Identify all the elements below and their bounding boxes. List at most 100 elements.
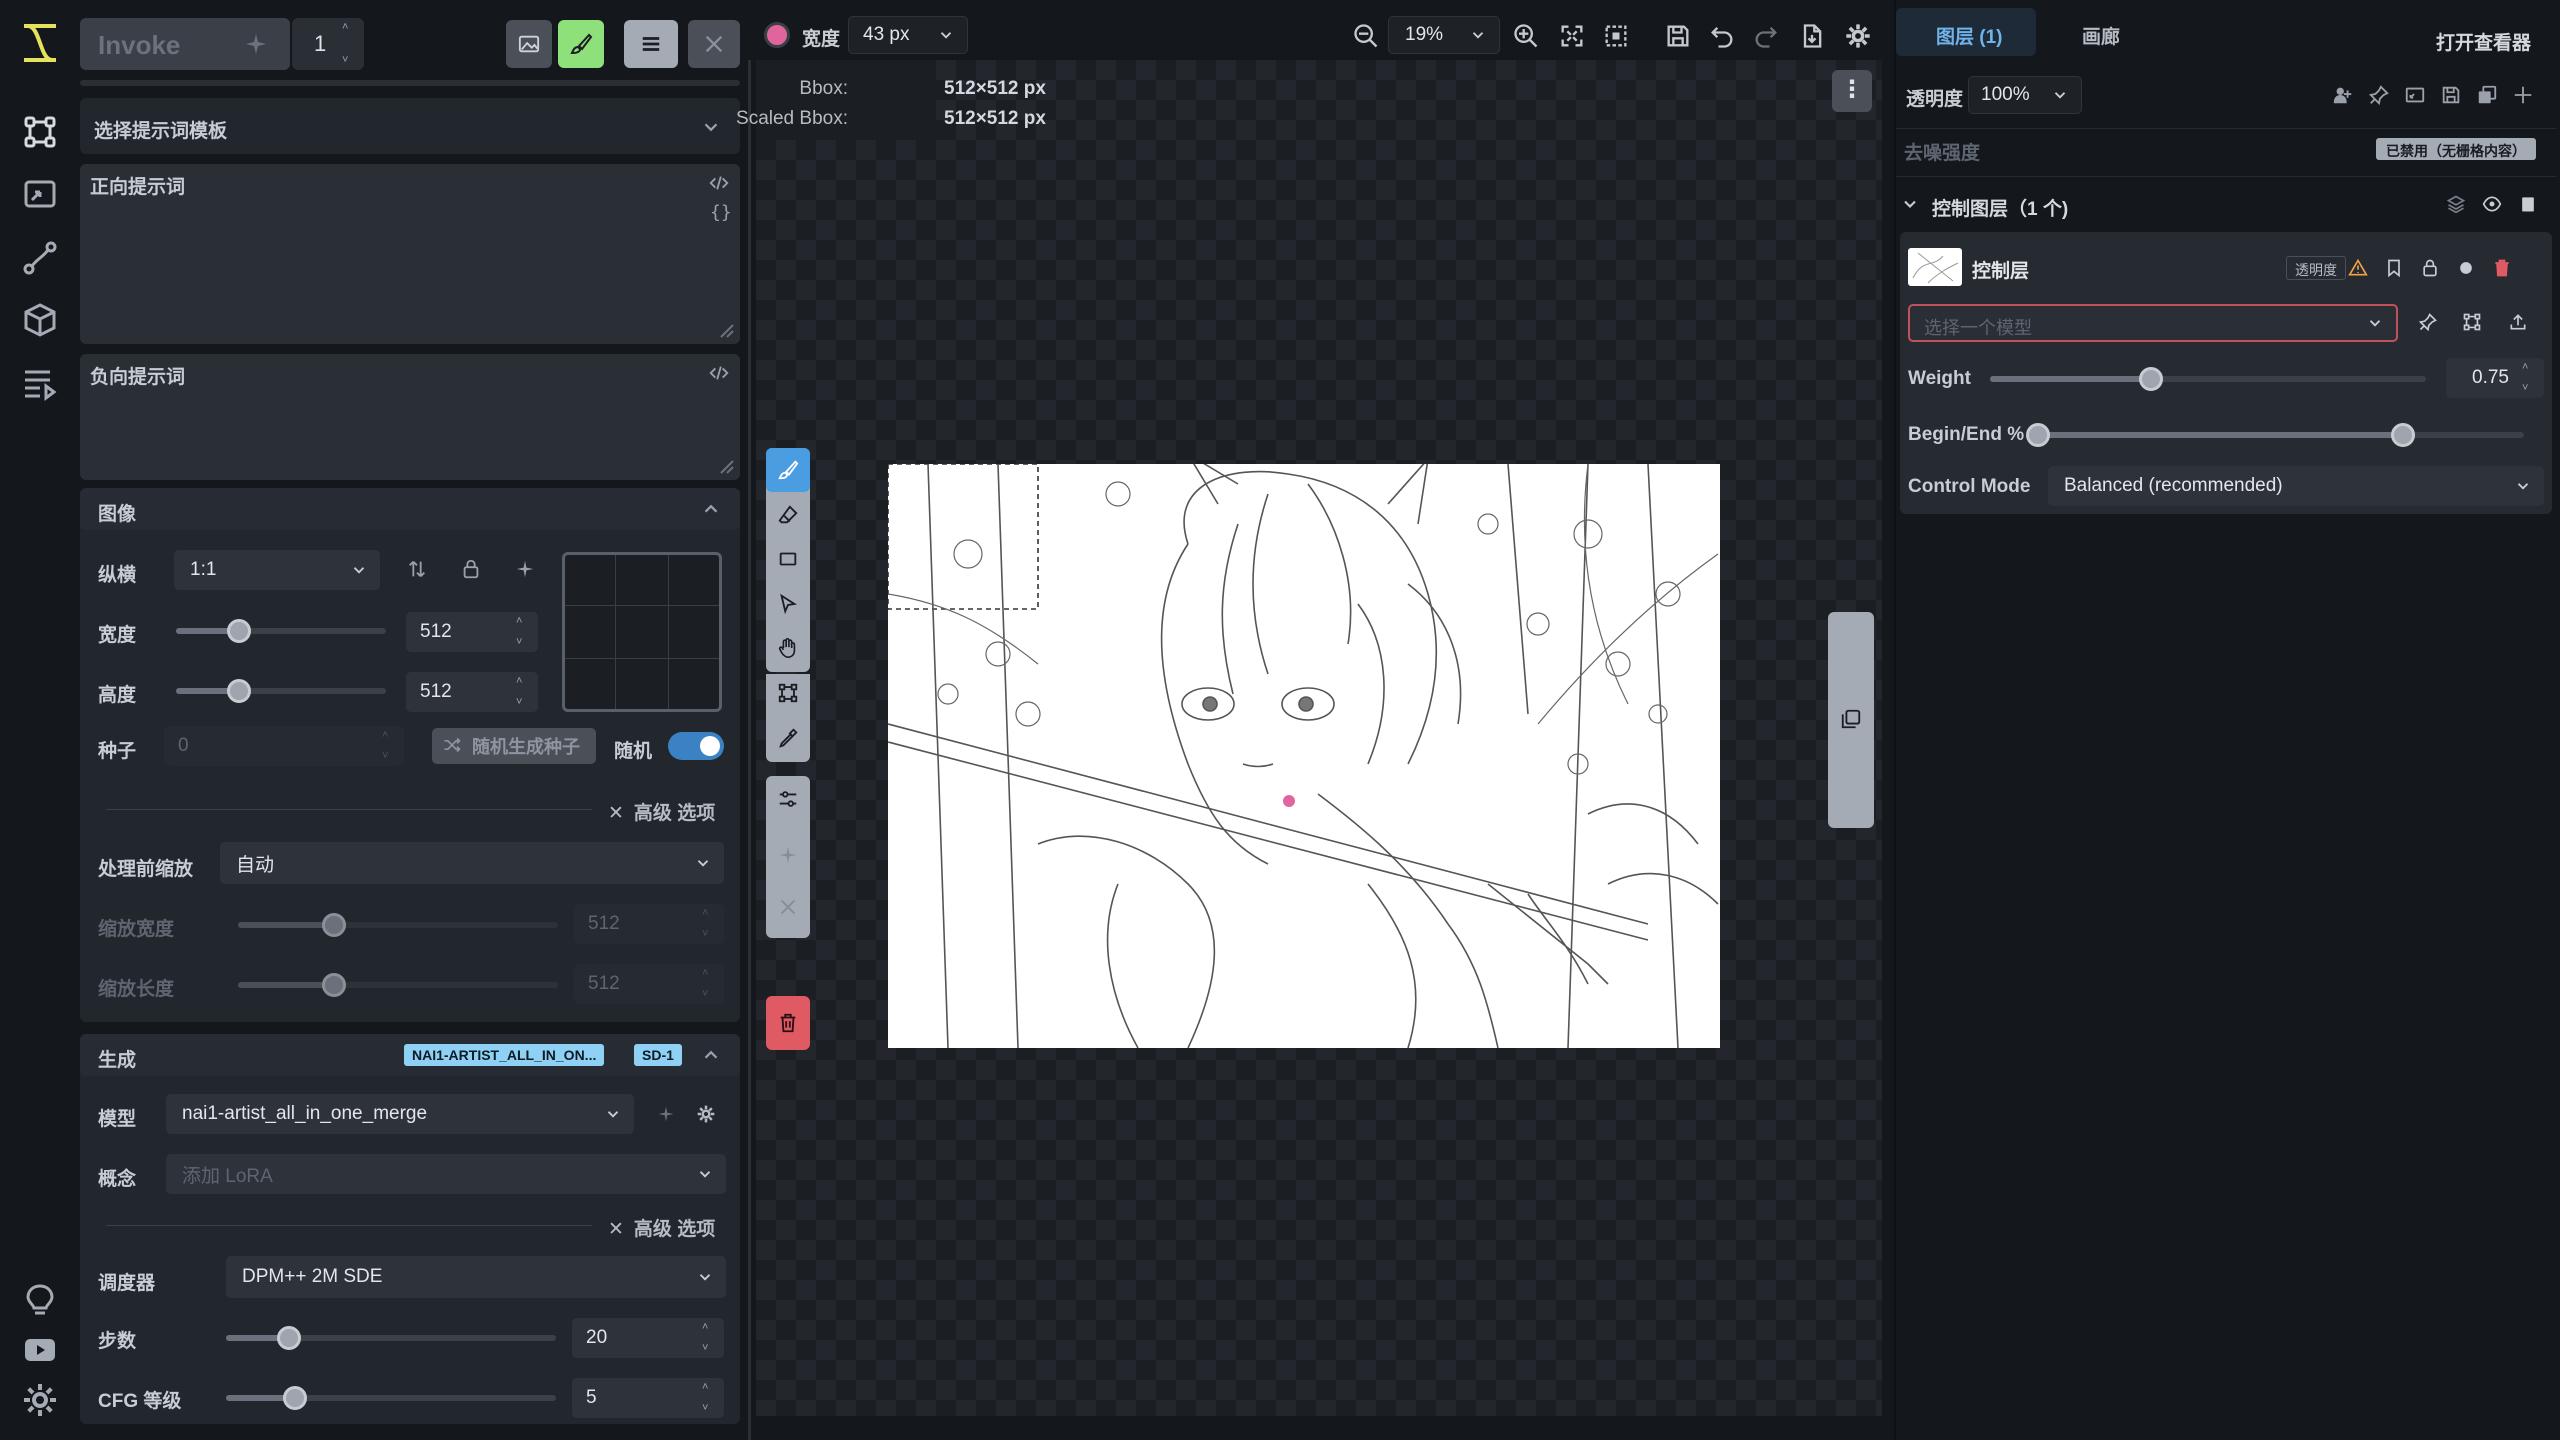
bookmark-icon[interactable] [2384, 258, 2404, 278]
begin-thumb[interactable] [2026, 423, 2050, 447]
width-slider-thumb[interactable] [227, 619, 251, 643]
height-slider[interactable] [176, 679, 386, 703]
tab-layers[interactable]: 图层 (1) [1896, 8, 2036, 56]
gallery-mode-button[interactable] [506, 20, 552, 68]
clear-canvas-button[interactable] [766, 996, 810, 1050]
duplicate-icon[interactable] [2476, 84, 2498, 106]
width-input[interactable]: 512 ˄ ˅ [406, 612, 538, 652]
open-viewer-button[interactable]: 打开查看器 [2436, 28, 2531, 55]
scaled-height-thumb[interactable] [322, 973, 346, 997]
random-seed-toggle[interactable] [668, 732, 724, 760]
positive-prompt-textarea[interactable]: 正向提示词 {} [80, 164, 740, 344]
random-seed-button[interactable]: 随机生成种子 [432, 728, 596, 764]
panel-resize-handle[interactable] [744, 0, 756, 1440]
canvas-mode-button[interactable] [558, 20, 604, 68]
steps-input[interactable]: 20 ˄ ˅ [572, 1318, 724, 1358]
lock-icon[interactable] [460, 558, 482, 580]
weight-input[interactable]: 0.75 ˄ ˅ [2446, 358, 2544, 398]
generation-section-header[interactable]: 生成 NAI1-ARTIST_ALL_IN_ON... SD-1 [80, 1034, 740, 1076]
eraser-tool-icon[interactable] [777, 504, 799, 526]
redo-icon[interactable] [1752, 22, 1780, 50]
sparkle-icon[interactable] [514, 558, 536, 580]
merge-visible-icon[interactable] [2332, 84, 2354, 106]
delete-group-icon[interactable] [2518, 194, 2538, 214]
close-icon[interactable] [777, 896, 799, 918]
undo-icon[interactable] [1708, 22, 1736, 50]
brush-tool-button[interactable] [766, 448, 810, 492]
zoom-in-icon[interactable] [1512, 22, 1540, 50]
begin-end-range-slider[interactable] [2026, 423, 2524, 447]
menu-button[interactable] [624, 20, 678, 68]
lock-icon[interactable] [2420, 258, 2440, 278]
sliders-adjust-icon[interactable] [777, 788, 799, 810]
save-icon[interactable] [1664, 22, 1692, 50]
weight-slider-thumb[interactable] [2139, 367, 2164, 391]
layers-stack-icon[interactable] [2446, 194, 2466, 214]
invoke-button[interactable]: Invoke [80, 18, 290, 70]
brush-width-select[interactable]: 43 px [848, 16, 968, 54]
resize-handle-icon[interactable] [716, 456, 734, 474]
invoke-logo-icon[interactable] [20, 20, 60, 66]
aspect-ratio-select[interactable]: 1:1 [174, 550, 380, 590]
video-icon[interactable] [20, 1330, 60, 1370]
queue-count-input[interactable]: 1 ˄ ˅ [292, 18, 364, 70]
width-slider[interactable] [176, 619, 386, 643]
save-layer-icon[interactable] [2440, 84, 2462, 106]
zoom-out-icon[interactable] [1352, 22, 1380, 50]
settings-gear-icon[interactable] [20, 1380, 60, 1420]
steps-slider-thumb[interactable] [276, 1326, 301, 1350]
cancel-button[interactable] [688, 20, 740, 68]
export-document-icon[interactable] [1798, 22, 1826, 50]
pin-icon[interactable] [2368, 84, 2390, 106]
weight-slider[interactable] [1990, 367, 2426, 391]
delete-layer-icon[interactable] [2492, 258, 2512, 278]
eye-icon[interactable] [2482, 194, 2502, 214]
bbox-tool-icon[interactable] [777, 682, 799, 704]
control-model-select[interactable]: 选择一个模型 [1908, 304, 2398, 342]
control-layer-name[interactable]: 控制层 [1972, 256, 2029, 283]
resize-bbox-icon[interactable] [2404, 84, 2426, 106]
queue-count-stepper[interactable]: ˄ ˅ [342, 22, 356, 66]
control-layers-group-header[interactable]: 控制图层（1 个) [1896, 184, 2556, 226]
upscale-icon[interactable] [20, 174, 60, 214]
sparkle-icon[interactable] [656, 1104, 676, 1124]
swap-dimensions-icon[interactable] [406, 558, 428, 580]
canvas-more-menu-icon[interactable]: ⋮ [1832, 70, 1872, 112]
code-icon[interactable] [708, 172, 730, 194]
cfg-input[interactable]: 5 ˄ ˅ [572, 1378, 724, 1418]
upload-icon[interactable] [2508, 312, 2528, 332]
code-icon[interactable] [708, 362, 730, 384]
fit-bbox-icon[interactable] [1602, 22, 1630, 50]
resize-handle-icon[interactable] [716, 320, 734, 338]
lightbulb-icon[interactable] [20, 1280, 60, 1320]
workflows-icon[interactable] [20, 238, 60, 278]
height-slider-thumb[interactable] [227, 679, 251, 703]
advanced-options-toggle[interactable]: ✕ 高级 选项 [608, 798, 715, 825]
scaled-width-input[interactable]: 512 ˄ ˅ [574, 904, 724, 944]
canvas-settings-gear-icon[interactable] [1844, 22, 1872, 50]
gear-icon[interactable] [696, 1104, 716, 1124]
steps-slider[interactable] [226, 1326, 556, 1350]
fit-view-icon[interactable] [1558, 22, 1586, 50]
zoom-select[interactable]: 19% [1388, 16, 1500, 54]
end-thumb[interactable] [2390, 423, 2415, 447]
braces-icon[interactable]: {} [710, 202, 732, 223]
bbox-tool-icon[interactable] [2462, 312, 2482, 332]
brush-color-swatch[interactable] [764, 22, 790, 48]
hand-tool-icon[interactable] [777, 637, 799, 659]
seed-input[interactable]: 0 ˄ ˅ [164, 726, 404, 766]
scaled-width-thumb[interactable] [322, 913, 346, 937]
visibility-dot-icon[interactable] [2456, 258, 2476, 278]
scaled-height-slider[interactable] [238, 973, 558, 997]
queue-icon[interactable] [20, 362, 60, 402]
tab-gallery[interactable]: 画廊 [2042, 8, 2162, 56]
scheduler-select[interactable]: DPM++ 2M SDE [226, 1256, 726, 1298]
show-layers-panel-button[interactable] [1828, 612, 1874, 828]
canvas-image[interactable] [888, 464, 1720, 1048]
color-picker-tool-icon[interactable] [777, 727, 799, 749]
add-layer-icon[interactable] [2512, 84, 2534, 106]
scale-before-select[interactable]: 自动 [220, 842, 724, 884]
prompt-template-select[interactable]: 选择提示词模板 [80, 98, 740, 154]
scaled-height-input[interactable]: 512 ˄ ˅ [574, 964, 724, 1004]
move-tool-icon[interactable] [777, 593, 799, 615]
